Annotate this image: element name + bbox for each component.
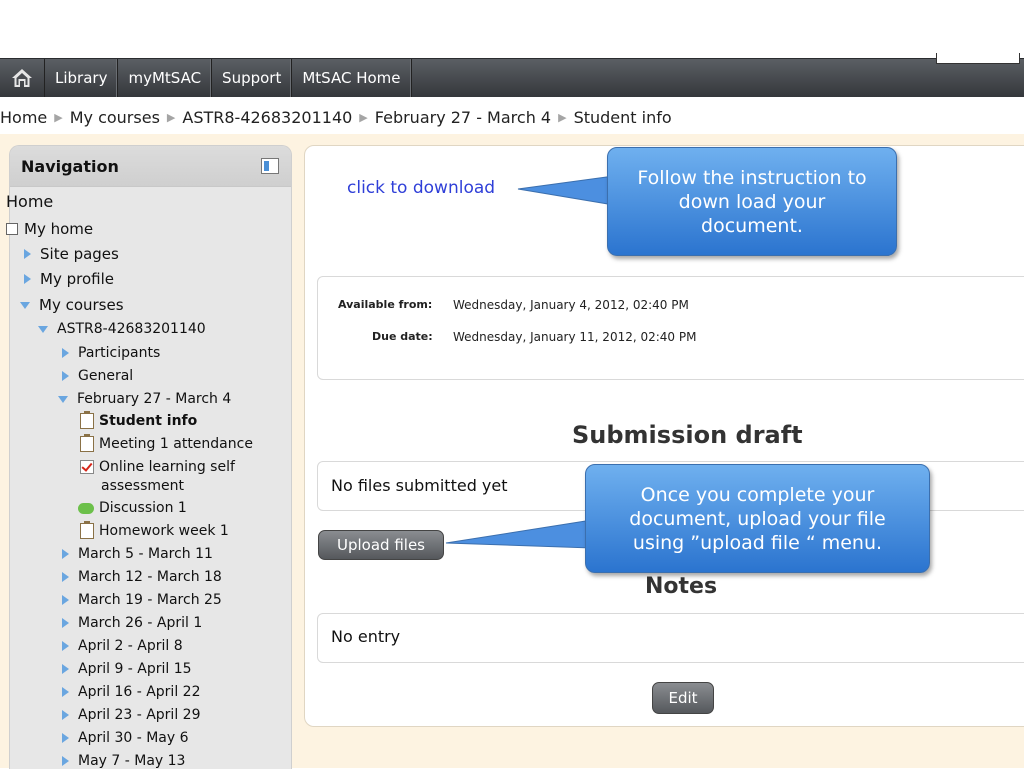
upload-instruction-text: Once you complete your document, upload … bbox=[629, 483, 886, 554]
callout-pointer-download bbox=[517, 175, 615, 206]
callout-pointer-upload bbox=[445, 519, 593, 549]
download-instruction-callout: Follow the instruction to down load your… bbox=[607, 147, 897, 256]
callout-pointers bbox=[445, 175, 615, 549]
upload-instruction-callout: Once you complete your document, upload … bbox=[585, 464, 930, 573]
download-instruction-text: Follow the instruction to down load your… bbox=[637, 166, 867, 237]
